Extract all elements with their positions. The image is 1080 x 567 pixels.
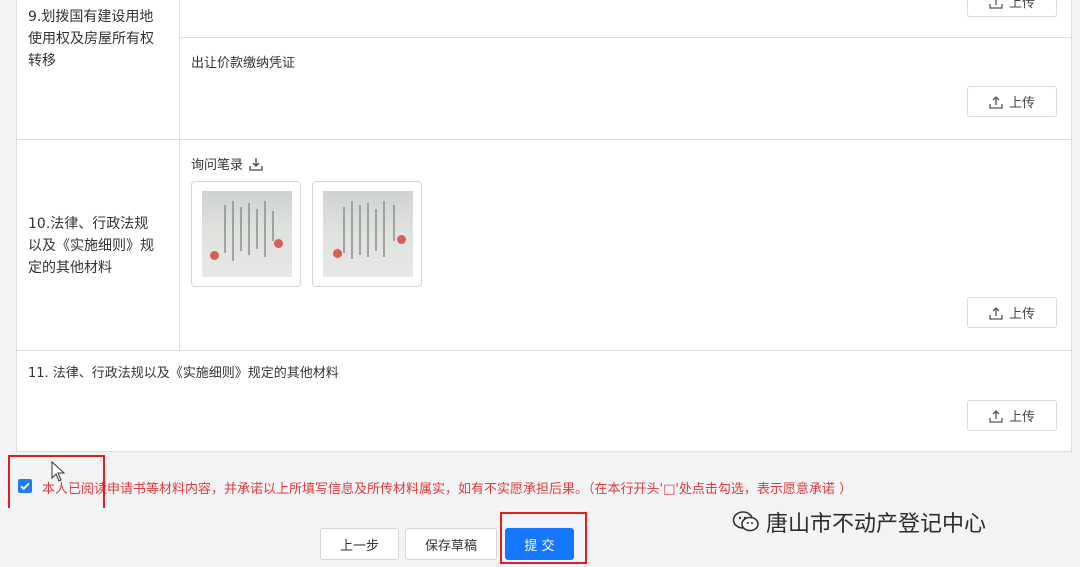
column-divider [179,0,180,350]
watermark-text: 唐山市不动产登记中心 [766,512,987,537]
highlight-box-submit [500,512,587,564]
upload-button-label: 上传 [1008,96,1035,111]
upload-icon [989,0,1003,9]
row-label-10: 10.法律、行政法规 以及《实施细则》规 定的其他材料 [28,213,154,279]
row-divider [16,350,1072,351]
agreement-text: 本人已阅读申请书等材料内容，并承诺以上所填写信息及所传材料属实，如有不实愿承担后… [42,482,853,497]
upload-button-label: 上传 [1008,0,1035,11]
mouse-cursor-icon [51,461,66,482]
row-divider [16,451,1072,452]
upload-button-label: 上传 [1008,410,1035,425]
upload-icon [989,306,1003,320]
material-title: 询问笔录 [191,158,244,173]
watermark: 唐山市不动产登记中心 [732,506,986,538]
prev-step-button[interactable]: 上一步 [320,528,399,560]
row-label-line: 定的其他材料 [28,260,112,276]
row-divider [179,37,1072,38]
document-photo [202,191,292,277]
row-divider [16,139,1072,140]
row-label-9: 9.划拨国有建设用地 使用权及房屋所有权 转移 [28,6,154,72]
material-title: 出让价款缴纳凭证 [191,56,296,71]
download-icon[interactable] [249,157,263,171]
uploaded-image-thumbnail[interactable] [312,181,422,287]
material-title-row: 询问笔录 [191,154,263,173]
wechat-icon [732,511,759,532]
upload-button[interactable]: 上传 [967,86,1057,117]
upload-button[interactable]: 上传 [967,400,1057,431]
row-label-line: 10.法律、行政法规 [28,216,149,232]
upload-button[interactable]: 上传 [967,297,1057,328]
row-label-line: 以及《实施细则》规 [28,238,154,254]
upload-icon [989,95,1003,109]
row-label-line: 9.划拨国有建设用地 [28,9,154,25]
row-label-line: 转移 [28,53,56,69]
table-border-right [1071,0,1072,452]
page: 9.划拨国有建设用地 使用权及房屋所有权 转移 上传 出让价款缴纳凭证 上传 1… [0,0,1080,567]
upload-button[interactable]: 上传 [967,0,1057,17]
upload-icon [989,409,1003,423]
uploaded-image-thumbnail[interactable] [191,181,301,287]
row-label-line: 使用权及房屋所有权 [28,31,154,47]
document-photo [323,191,413,277]
upload-button-label: 上传 [1008,307,1035,322]
row-label-11: 11. 法律、行政法规以及《实施细则》规定的其他材料 [28,366,339,381]
save-draft-button[interactable]: 保存草稿 [405,528,497,560]
table-border-left [16,0,17,452]
